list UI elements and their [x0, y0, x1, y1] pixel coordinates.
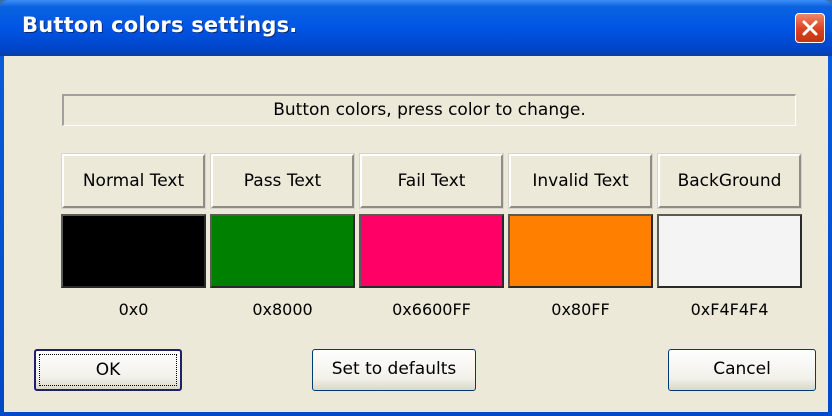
- set-to-defaults-button-label: Set to defaults: [331, 359, 457, 379]
- close-button[interactable]: [795, 13, 825, 43]
- normal-text-color-swatch[interactable]: [61, 214, 206, 288]
- background-hex-value: 0xF4F4F4: [690, 300, 769, 319]
- instruction-banner: Button colors, press color to change.: [62, 94, 796, 126]
- ok-button[interactable]: OK: [34, 349, 182, 391]
- fail-text-color-swatch[interactable]: [359, 214, 504, 288]
- set-to-defaults-button[interactable]: Set to defaults: [312, 349, 476, 391]
- pass-text-color-swatch[interactable]: [210, 214, 355, 288]
- invalid-text-color-swatch[interactable]: [508, 214, 653, 288]
- pass-text-label: Pass Text: [210, 153, 355, 209]
- pass-text-hex-value: 0x8000: [252, 300, 313, 319]
- normal-text-label: Normal Text: [61, 153, 206, 209]
- title-bar[interactable]: Button colors settings.: [0, 0, 832, 56]
- dialog-body: Button colors, press color to change. No…: [4, 56, 828, 412]
- fail-text-hex-value: 0x6600FF: [392, 300, 471, 319]
- normal-text-hex-value: 0x0: [118, 300, 149, 319]
- close-icon: [802, 20, 818, 36]
- cancel-button[interactable]: Cancel: [668, 349, 816, 391]
- cancel-button-label: Cancel: [713, 359, 771, 379]
- dialog-window: Button colors settings. Button colors, p…: [0, 0, 832, 416]
- focus-rectangle: [39, 354, 177, 386]
- fail-text-label: Fail Text: [359, 153, 504, 209]
- invalid-text-hex-value: 0x80FF: [551, 300, 610, 319]
- background-label: BackGround: [657, 153, 802, 209]
- window-title: Button colors settings.: [22, 13, 298, 37]
- background-color-swatch[interactable]: [657, 214, 802, 288]
- invalid-text-label: Invalid Text: [508, 153, 653, 209]
